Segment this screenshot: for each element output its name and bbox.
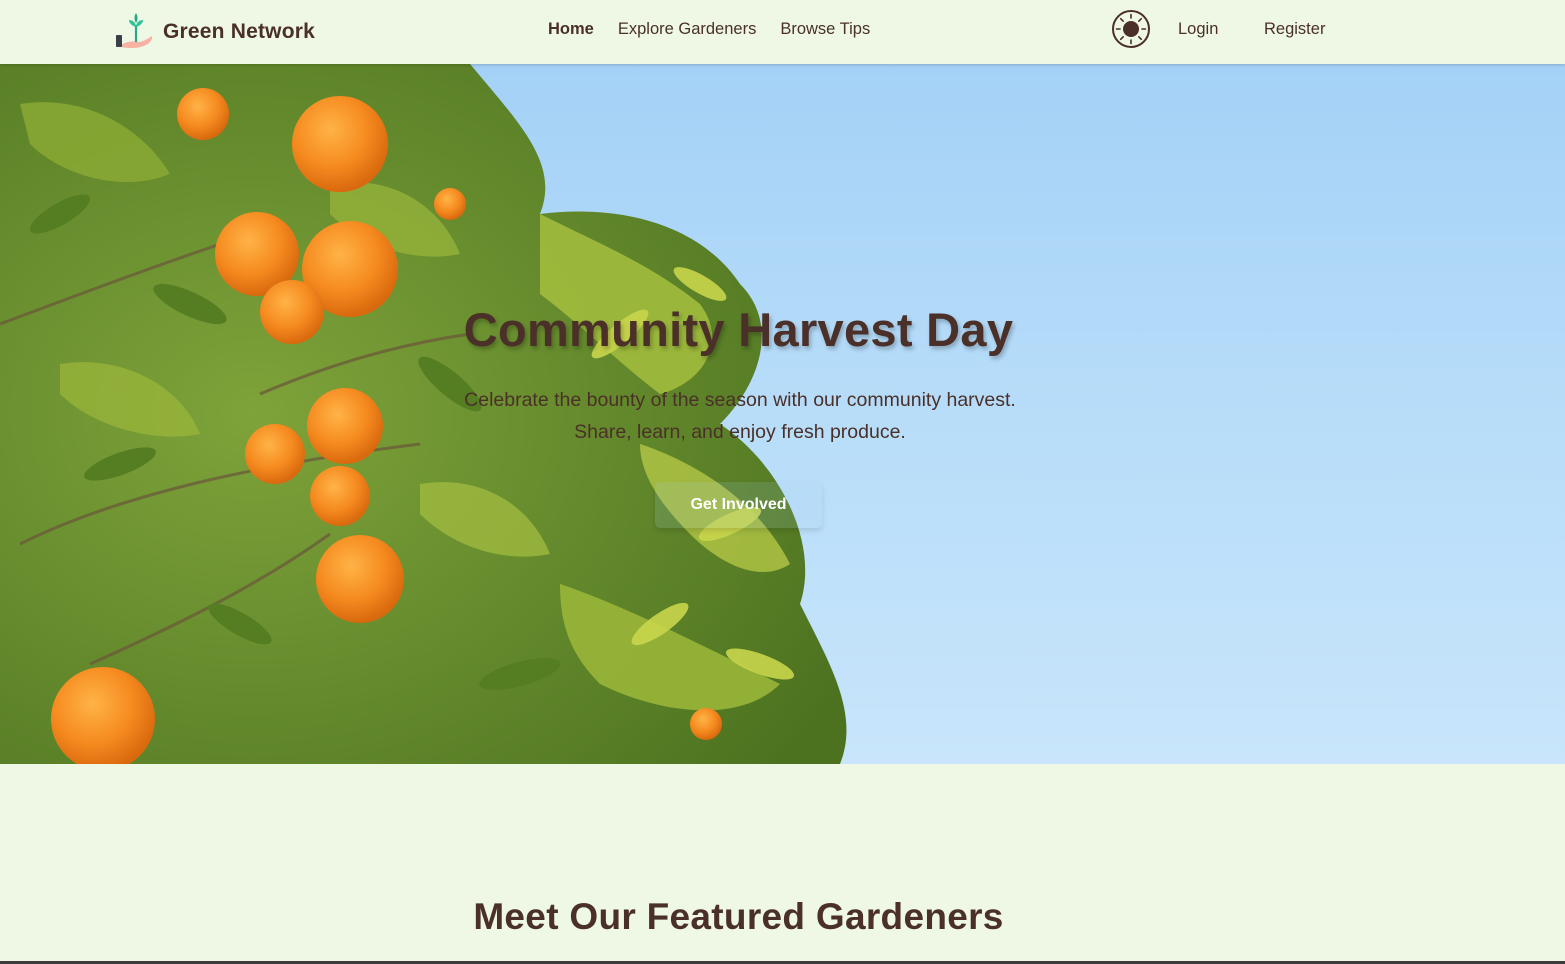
nav-item-browse-tips[interactable]: Browse Tips bbox=[780, 20, 870, 39]
register-link[interactable]: Register bbox=[1264, 20, 1325, 39]
login-link[interactable]: Login bbox=[1178, 20, 1218, 39]
brand-home-link[interactable]: Green Network bbox=[113, 10, 315, 54]
sprout-hand-icon bbox=[116, 13, 153, 49]
nav-item-home[interactable]: Home bbox=[548, 20, 594, 39]
hero-subtitle-line-1: Celebrate the bounty of the season with … bbox=[464, 389, 1016, 411]
get-involved-button[interactable]: Get Involved bbox=[655, 482, 822, 528]
hero-banner: Community Harvest Day Celebrate the boun… bbox=[0, 64, 1565, 764]
hero-title: Community Harvest Day bbox=[463, 303, 1014, 356]
featured-gardeners-heading: Meet Our Featured Gardeners bbox=[473, 896, 1004, 937]
hero-subtitle-line-2: Share, learn, and enjoy fresh produce. bbox=[574, 421, 906, 443]
sun-icon[interactable] bbox=[1111, 9, 1151, 49]
hero-subtitle: Celebrate the bounty of the season with … bbox=[420, 384, 1060, 448]
brand-name: Green Network bbox=[163, 20, 315, 43]
main-nav: Home Explore Gardeners Browse Tips bbox=[548, 20, 870, 39]
top-navbar: Green Network Home Explore Gardeners Bro… bbox=[0, 0, 1565, 64]
nav-item-explore-gardeners[interactable]: Explore Gardeners bbox=[618, 20, 757, 39]
